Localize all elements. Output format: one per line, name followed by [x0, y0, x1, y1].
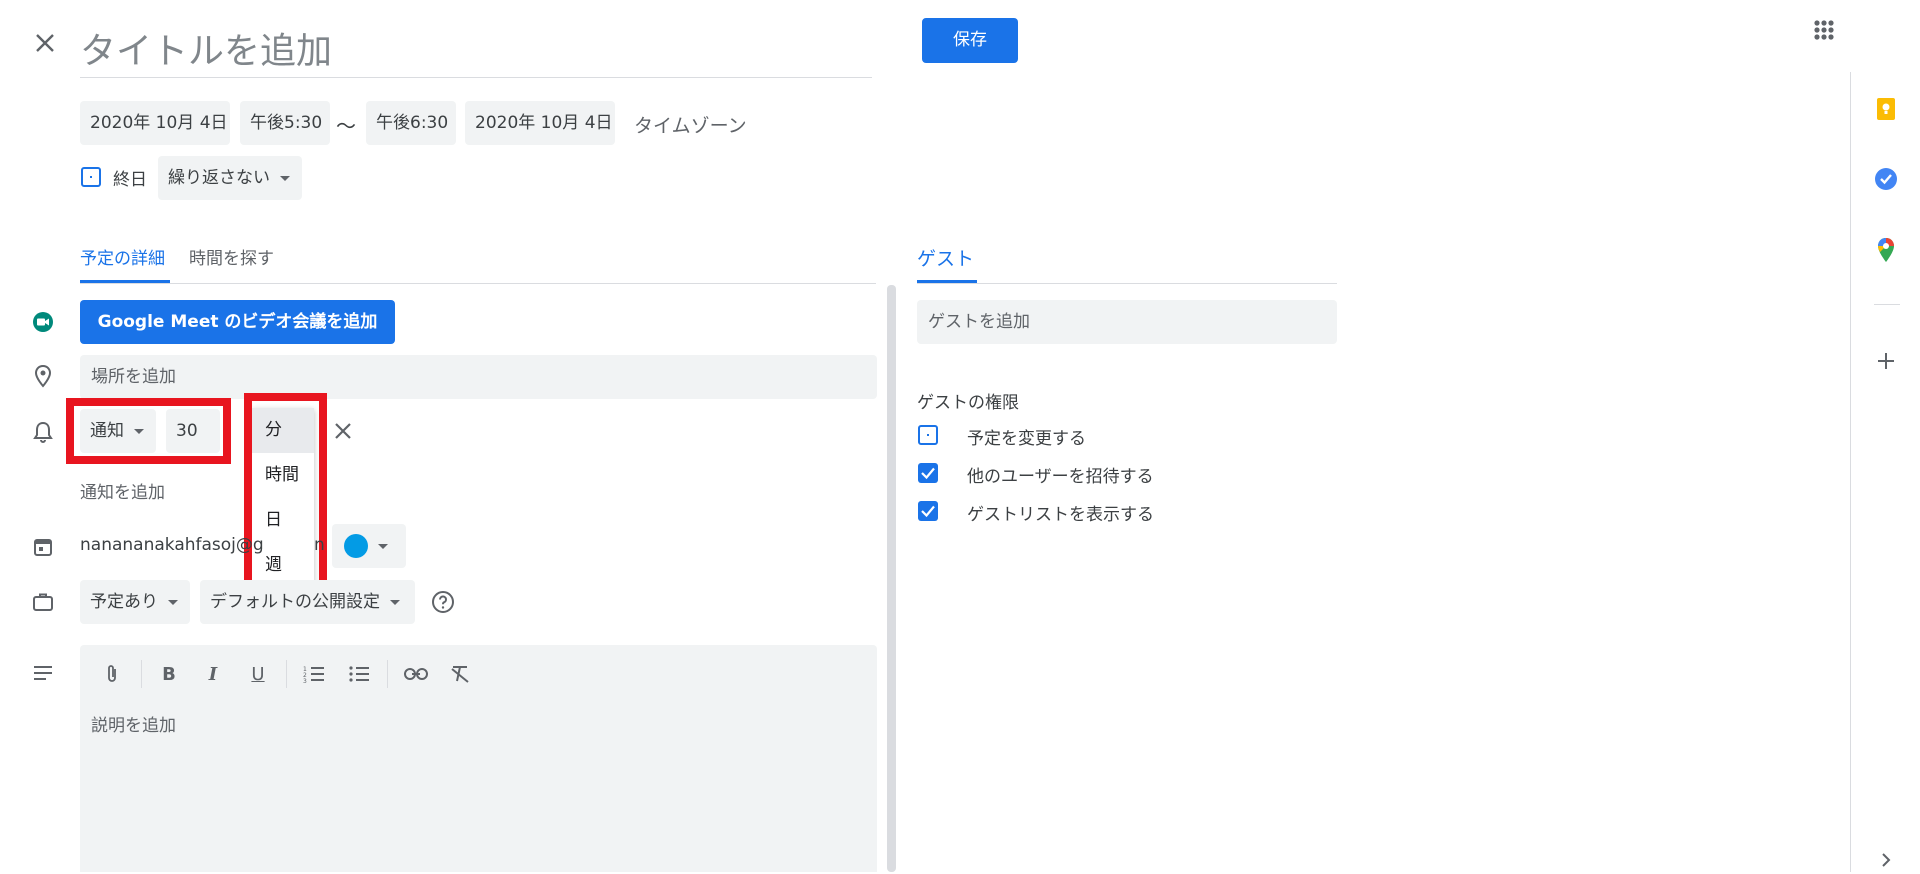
visibility-dropdown[interactable]: デフォルトの公開設定 [200, 580, 415, 624]
description-icon [30, 660, 56, 686]
tab-guests-label: ゲスト [917, 248, 975, 270]
repeat-label: 繰り返さない [168, 168, 270, 188]
scrollbar[interactable] [887, 285, 896, 872]
save-button[interactable]: 保存 [922, 18, 1018, 63]
location-pin-icon [30, 363, 56, 389]
svg-text:3: 3 [303, 678, 307, 683]
chevron-down-icon [390, 599, 400, 605]
end-date-chip[interactable]: 2020年 10月 4日 [465, 101, 615, 145]
attachment-icon[interactable] [96, 656, 128, 692]
repeat-dropdown[interactable]: 繰り返さない [158, 156, 302, 200]
calendar-color-dropdown[interactable] [332, 524, 406, 568]
briefcase-icon [30, 589, 56, 615]
close-icon[interactable] [30, 28, 60, 58]
guest-permissions-title: ゲストの権限 [917, 393, 1019, 413]
end-time-chip[interactable]: 午後6:30 [366, 101, 456, 145]
timezone-link[interactable]: タイムゾーン [634, 111, 747, 138]
all-day-label: 終日 [113, 170, 147, 190]
underline-icon[interactable]: U [242, 656, 274, 692]
title-placeholder: タイトルを追加 [80, 31, 333, 72]
tab-details[interactable]: 予定の詳細 [80, 244, 165, 284]
clear-formatting-icon[interactable] [444, 656, 476, 692]
time-separator: 〜 [336, 114, 356, 138]
title-input[interactable]: タイトルを追加 [80, 14, 872, 78]
tabs-divider [80, 283, 876, 284]
toolbar-divider [286, 660, 287, 688]
visibility-label: デフォルトの公開設定 [210, 592, 380, 612]
highlight-unit-menu [244, 393, 327, 600]
chevron-down-icon [280, 175, 290, 181]
calendar-icon [30, 534, 56, 560]
tab-guests[interactable]: ゲスト [917, 244, 974, 284]
calendar-color-swatch [344, 534, 368, 558]
remove-notification-icon[interactable] [332, 420, 354, 442]
add-notification-link[interactable]: 通知を追加 [80, 478, 165, 503]
bell-icon [30, 419, 56, 445]
chevron-down-icon [168, 599, 178, 605]
keep-icon[interactable] [1873, 96, 1899, 122]
chevron-right-icon[interactable] [1876, 850, 1896, 870]
permission-invite-checkbox[interactable] [918, 463, 938, 483]
availability-label: 予定あり [90, 592, 158, 612]
numbered-list-icon[interactable]: 123 [298, 656, 330, 692]
calendar-email-start: nanananakahfasoj@g [80, 535, 264, 555]
add-meet-button[interactable]: Google Meet のビデオ会議を追加 [80, 300, 395, 344]
permission-modify-checkbox[interactable] [918, 425, 938, 445]
help-icon[interactable] [431, 590, 455, 614]
tab-find-time[interactable]: 時間を探す [189, 244, 274, 284]
link-icon[interactable] [400, 656, 432, 692]
location-placeholder: 場所を追加 [91, 367, 176, 387]
maps-icon[interactable] [1873, 236, 1899, 264]
description-placeholder: 説明を追加 [91, 716, 176, 736]
meet-icon [30, 309, 56, 335]
side-panel-divider [1850, 72, 1851, 872]
all-day-checkbox[interactable] [81, 167, 101, 187]
permission-see-list-label: ゲストリストを表示する [967, 505, 1154, 525]
permission-invite-label: 他のユーザーを招待する [967, 467, 1154, 487]
add-guest-placeholder: ゲストを追加 [928, 312, 1030, 332]
chevron-down-icon [378, 543, 388, 549]
permission-modify-label: 予定を変更する [967, 429, 1086, 449]
guests-tabs-divider [917, 283, 1337, 284]
checkmark-icon [921, 467, 935, 480]
plus-icon[interactable] [1873, 348, 1899, 374]
bulleted-list-icon[interactable] [343, 656, 375, 692]
toolbar-divider [141, 660, 142, 688]
tasks-icon[interactable] [1873, 166, 1899, 192]
availability-dropdown[interactable]: 予定あり [80, 580, 190, 624]
bold-icon[interactable]: B [153, 656, 185, 692]
calendar-email-end: n [314, 535, 325, 555]
calendar-owner-text: nanananakahfasoj@g [80, 535, 264, 555]
apps-grid-icon[interactable] [1808, 14, 1840, 46]
location-input[interactable]: 場所を追加 [80, 355, 877, 399]
start-time-chip[interactable]: 午後5:30 [240, 101, 330, 145]
highlight-notification [66, 398, 231, 464]
checkmark-icon [921, 505, 935, 518]
add-guest-input[interactable]: ゲストを追加 [917, 300, 1337, 344]
toolbar-divider [387, 660, 388, 688]
start-date-chip[interactable]: 2020年 10月 4日 [80, 101, 230, 145]
tab-find-time-label: 時間を探す [189, 249, 274, 269]
tab-details-label: 予定の詳細 [80, 249, 165, 269]
permission-see-list-checkbox[interactable] [918, 501, 938, 521]
side-panel-separator [1874, 304, 1900, 305]
italic-icon[interactable]: I [197, 656, 229, 692]
